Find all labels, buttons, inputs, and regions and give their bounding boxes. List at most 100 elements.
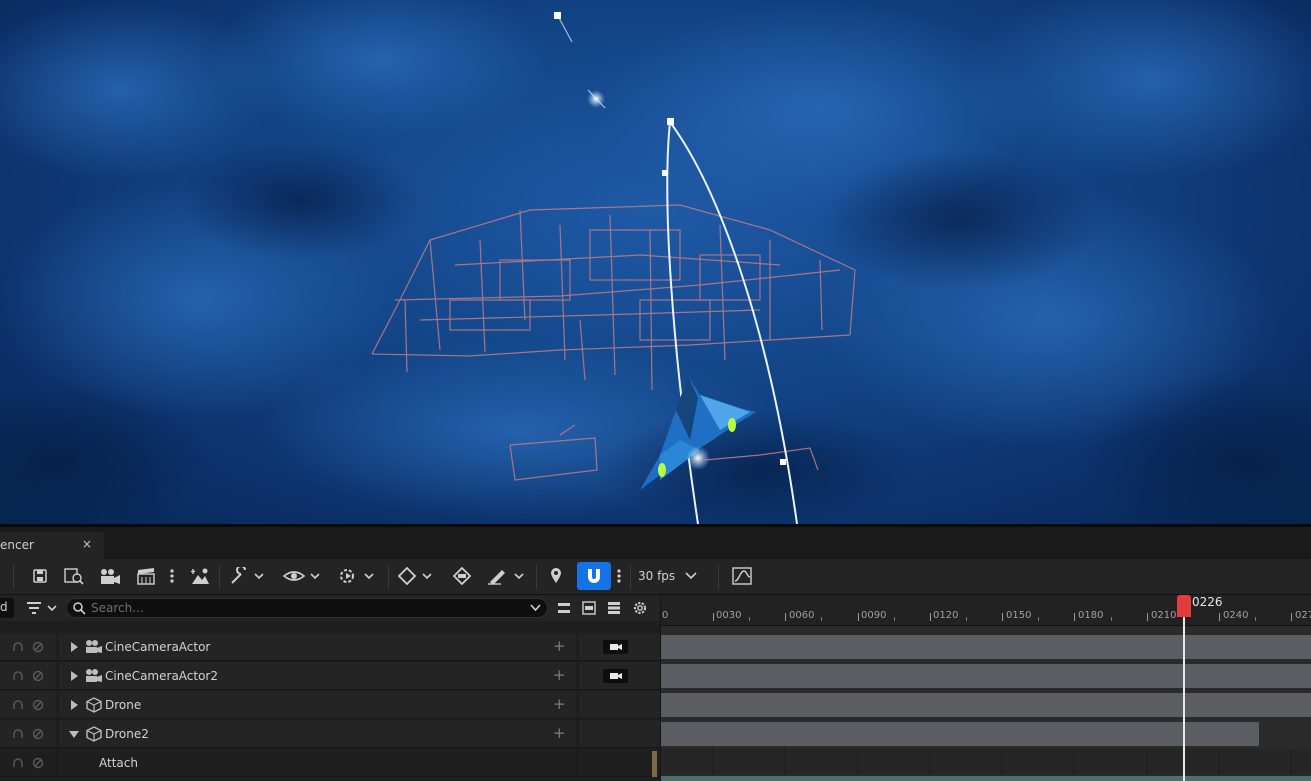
ruler-tick xyxy=(1002,613,1003,621)
snap-magnet-icon[interactable] xyxy=(577,562,611,590)
sequencer-tab[interactable]: encer × xyxy=(0,532,104,559)
search-icon xyxy=(73,602,86,615)
camera-column xyxy=(577,633,658,661)
current-frame-label: 0226 xyxy=(1192,595,1223,609)
save-icon[interactable] xyxy=(30,564,50,588)
clapper-icon[interactable] xyxy=(134,564,158,588)
ruler-tick xyxy=(858,613,859,621)
camera-icon[interactable] xyxy=(98,564,122,588)
list-view-icon[interactable] xyxy=(605,596,623,620)
track-label: CineCameraActor2 xyxy=(105,669,219,683)
close-icon[interactable]: × xyxy=(82,537,92,551)
sequencer-timeline[interactable]: 0 0030 0060 0090 0120 0150 0180 0210 024… xyxy=(661,595,1311,781)
track-row[interactable]: Drone + xyxy=(0,691,660,719)
track-section[interactable] xyxy=(661,664,1311,688)
ruler-tick xyxy=(1255,617,1256,621)
camera-icon xyxy=(610,644,622,650)
tick-label: 0120 xyxy=(933,610,959,621)
level-viewport[interactable] xyxy=(0,0,1311,524)
attach-section-bar[interactable] xyxy=(661,776,1311,781)
ruler-tick xyxy=(894,617,895,621)
playback-settings-icon[interactable] xyxy=(336,564,376,588)
curve-editor-icon[interactable] xyxy=(730,564,754,588)
track-section[interactable] xyxy=(661,722,1259,746)
tick-label: 027 xyxy=(1295,610,1311,621)
add-icon[interactable]: + xyxy=(553,724,566,742)
track-section[interactable] xyxy=(661,635,1311,659)
camera-actor-icon xyxy=(86,669,102,682)
tick-label: 0180 xyxy=(1078,610,1104,621)
browse-icon[interactable] xyxy=(62,564,86,588)
track-section[interactable] xyxy=(661,693,1311,717)
ruler-tick xyxy=(785,613,786,621)
attach-track-lane[interactable] xyxy=(661,748,1311,775)
track-row[interactable]: CineCameraActor + xyxy=(0,633,660,661)
ruler-tick xyxy=(966,617,967,621)
tick-label: 0240 xyxy=(1223,610,1249,621)
playhead-line[interactable] xyxy=(1183,615,1185,781)
ruler-tick xyxy=(930,613,931,621)
toolbar-divider xyxy=(219,565,220,589)
curve-brush-icon[interactable] xyxy=(486,564,526,588)
track-controls xyxy=(0,662,58,690)
tick-label: 0030 xyxy=(716,610,742,621)
camera-cut-button[interactable] xyxy=(603,640,628,654)
more-icon[interactable] xyxy=(613,564,625,588)
add-track-button[interactable]: d xyxy=(0,598,14,618)
gear-icon[interactable] xyxy=(631,596,649,620)
wrench-icon[interactable] xyxy=(228,564,266,588)
clouds xyxy=(0,0,1311,524)
search-box[interactable] xyxy=(66,598,548,618)
expand-arrow-icon[interactable] xyxy=(71,700,78,710)
toolbar-divider xyxy=(13,565,14,589)
key-icon[interactable] xyxy=(396,564,436,588)
ruler-tick xyxy=(1038,617,1039,621)
static-mesh-icon xyxy=(86,726,102,742)
tick-label: 0090 xyxy=(861,610,887,621)
track-label: CineCameraActor xyxy=(105,640,211,654)
add-icon[interactable]: + xyxy=(553,666,566,684)
marker-icon[interactable] xyxy=(546,564,566,588)
frame-grid xyxy=(712,748,1292,775)
key-edit-icon[interactable] xyxy=(450,564,474,588)
add-icon[interactable]: + xyxy=(553,695,566,713)
framerate-label: 30 fps xyxy=(638,569,676,583)
ruler-tick xyxy=(821,617,822,621)
toolbar-divider xyxy=(718,565,719,589)
camera-column xyxy=(577,749,658,777)
framerate-dropdown[interactable]: 30 fps xyxy=(638,564,702,588)
track-row[interactable]: CineCameraActor2 + xyxy=(0,662,660,690)
tick-label: 0210 xyxy=(1151,610,1177,621)
collapse-arrow-icon[interactable] xyxy=(69,731,79,738)
track-controls xyxy=(0,720,58,748)
filter-icon[interactable] xyxy=(24,596,60,620)
add-icon[interactable]: + xyxy=(553,637,566,655)
ruler-tick xyxy=(1291,613,1292,621)
more-icon[interactable] xyxy=(166,564,178,588)
section-color-swatch xyxy=(652,751,657,777)
expand-arrow-icon[interactable] xyxy=(71,642,78,652)
expand-all-icon[interactable] xyxy=(580,596,598,620)
chevron-down-icon[interactable] xyxy=(530,604,541,612)
toolbar-divider xyxy=(536,565,537,589)
toolbar-divider xyxy=(388,565,389,589)
tick-label: 0 xyxy=(662,610,669,621)
scene-icon[interactable] xyxy=(188,564,212,588)
track-controls xyxy=(0,691,58,719)
collapse-all-icon[interactable] xyxy=(555,596,573,620)
camera-cut-button[interactable] xyxy=(603,669,628,683)
track-controls xyxy=(0,633,58,661)
camera-column xyxy=(577,662,658,690)
outliner-filter-row: d xyxy=(0,595,660,621)
playhead-handle[interactable] xyxy=(1177,595,1191,617)
search-input[interactable] xyxy=(91,600,511,616)
track-label: Drone xyxy=(105,698,142,712)
eye-icon[interactable] xyxy=(282,564,322,588)
track-row[interactable]: Attach xyxy=(0,749,660,777)
track-label: Attach xyxy=(99,756,138,770)
camera-column xyxy=(577,691,658,719)
chevron-down-icon xyxy=(685,572,697,580)
expand-arrow-icon[interactable] xyxy=(71,671,78,681)
ruler-tick xyxy=(1147,613,1148,621)
track-row[interactable]: Drone2 + xyxy=(0,720,660,748)
